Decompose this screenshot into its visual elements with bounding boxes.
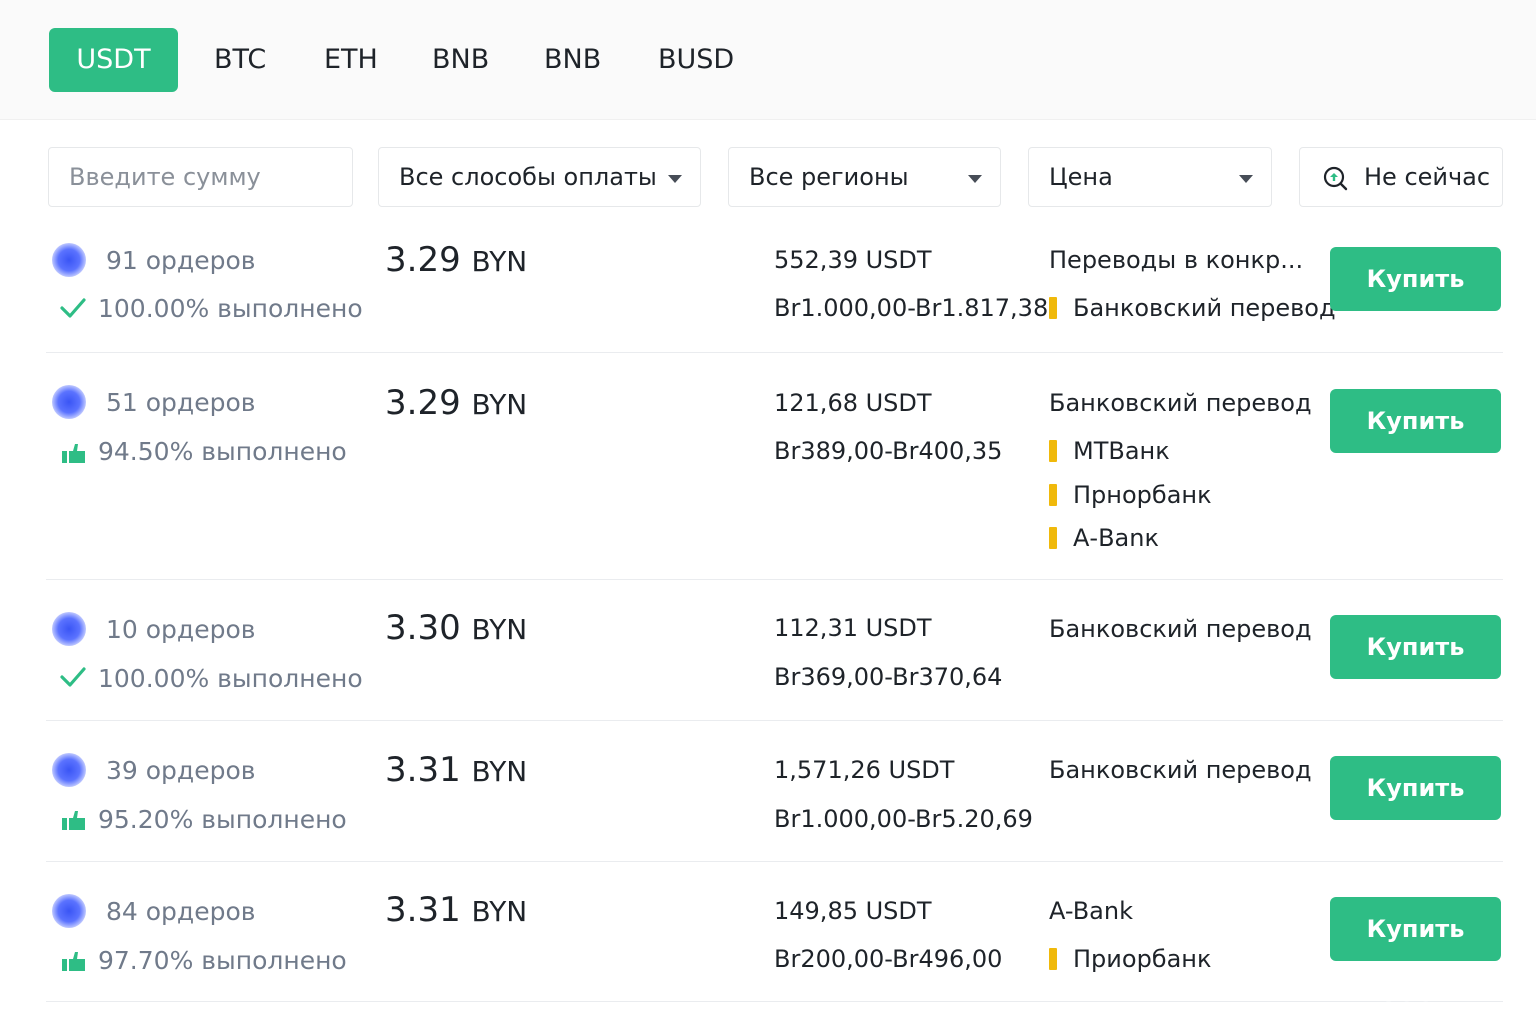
price: 3.31 BYN xyxy=(385,750,528,790)
payment-tag: Приорбанк xyxy=(1049,945,1212,973)
completion-rate: 97.70% выполнено xyxy=(98,946,347,975)
available-amount: 552,39 USDT xyxy=(774,246,932,274)
offer-row: 84 ордеров 97.70% выполнено 3.31 BYN 149… xyxy=(46,862,1503,1007)
refresh-button[interactable]: Не сейчас xyxy=(1299,147,1503,207)
tab-bnb[interactable]: BNB xyxy=(432,28,489,92)
available-amount: 121,68 USDT xyxy=(774,389,932,417)
payment-method: Банковский перевод xyxy=(1049,756,1312,784)
refresh-label: Не сейчас xyxy=(1364,163,1491,191)
limit-range: Br369,00-Br370,64 xyxy=(774,663,1003,691)
payment-method: Банковский перевод xyxy=(1049,615,1312,643)
buy-button[interactable]: Купить USOT xyxy=(1330,756,1501,866)
payment-method: Банковский перевод xyxy=(1049,389,1312,417)
price: 3.30 BYN xyxy=(385,608,528,648)
limit-range: Br1.000,00-Br1.817,38 xyxy=(774,294,1049,322)
buy-button[interactable]: Купить USOT xyxy=(1330,897,1501,1007)
available-amount: 149,85 USDT xyxy=(774,897,932,925)
tab-usdt[interactable]: USDT xyxy=(49,28,178,92)
avatar xyxy=(52,894,86,928)
available-amount: 1,571,26 USDT xyxy=(774,756,955,784)
avatar xyxy=(52,385,86,419)
amount-input[interactable]: Введите сумму xyxy=(48,147,353,207)
check-icon xyxy=(60,667,86,687)
tab-btc[interactable]: BTC xyxy=(214,28,266,92)
check-icon xyxy=(60,298,86,318)
limit-range: Br200,00-Br496,00 xyxy=(774,945,1003,973)
avatar xyxy=(52,753,86,787)
orders-count: 91 ордеров xyxy=(106,246,256,275)
payment-tag: Банковский перевод xyxy=(1049,294,1336,322)
completion-rate: 100.00% выполнено xyxy=(98,294,363,323)
thumb-up-icon xyxy=(62,952,85,971)
offer-row: 51 ордеров 94.50% выполнено 3.29 BYN 121… xyxy=(46,353,1503,580)
limit-range: Br389,00-Br400,35 xyxy=(774,437,1003,465)
chevron-down-icon xyxy=(968,175,982,183)
orders-count: 51 ордеров xyxy=(106,388,256,417)
tab-bnb-2[interactable]: BNB xyxy=(544,28,601,92)
orders-count: 39 ордеров xyxy=(106,756,256,785)
chevron-down-icon xyxy=(668,175,682,183)
completion-rate: 94.50% выполнено xyxy=(98,437,347,466)
limit-range: Br1.000,00-Br5.20,69 xyxy=(774,805,1033,833)
price-sort-select[interactable]: Цена xyxy=(1028,147,1272,207)
buy-button[interactable]: Купить USOT xyxy=(1330,615,1501,725)
crypto-tabs: USDT BTC ETH BNB BNB BUSD xyxy=(0,0,1536,120)
price: 3.31 BYN xyxy=(385,890,528,930)
price-sort-label: Цена xyxy=(1049,163,1113,191)
payment-tag: МТВанк xyxy=(1049,437,1170,465)
buy-button[interactable]: Купить USOT xyxy=(1330,247,1501,357)
price: 3.29 BYN xyxy=(385,383,528,423)
avatar xyxy=(52,612,86,646)
payment-method: A-Bank xyxy=(1049,897,1133,925)
price: 3.29 BYN xyxy=(385,240,528,280)
tab-eth[interactable]: ETH xyxy=(324,28,378,92)
completion-rate: 100.00% выполнено xyxy=(98,664,363,693)
refresh-icon xyxy=(1323,166,1348,191)
completion-rate: 95.20% выполнено xyxy=(98,805,347,834)
payment-method-select[interactable]: Все слособы оплаты xyxy=(378,147,701,207)
region-select[interactable]: Все регионы xyxy=(728,147,1001,207)
region-label: Все регионы xyxy=(749,163,909,191)
orders-count: 84 ордеров xyxy=(106,897,256,926)
tab-busd[interactable]: BUSD xyxy=(658,28,734,92)
available-amount: 112,31 USDT xyxy=(774,614,932,642)
offer-row: 39 ордеров 95.20% выполнено 3.31 BYN 1,5… xyxy=(46,721,1503,866)
offer-row: 10 ордеров 100.00% выполнено 3.30 BYN 11… xyxy=(46,580,1503,725)
buy-button[interactable]: Купить USOT xyxy=(1330,389,1501,499)
offer-row: 91 ордеров 100.00% выполнено 3.29 BYN 55… xyxy=(46,226,1503,357)
payment-method: Переводы в конкр... xyxy=(1049,246,1304,274)
chevron-down-icon xyxy=(1239,175,1253,183)
thumb-up-icon xyxy=(62,811,85,830)
payment-tag: А-Ваnк xyxy=(1049,524,1159,552)
payment-method-label: Все слособы оплаты xyxy=(399,163,657,191)
orders-count: 10 ордеров xyxy=(106,615,256,644)
payment-tag: Прнорбанк xyxy=(1049,481,1212,509)
thumb-up-icon xyxy=(62,444,85,463)
avatar xyxy=(52,243,86,277)
